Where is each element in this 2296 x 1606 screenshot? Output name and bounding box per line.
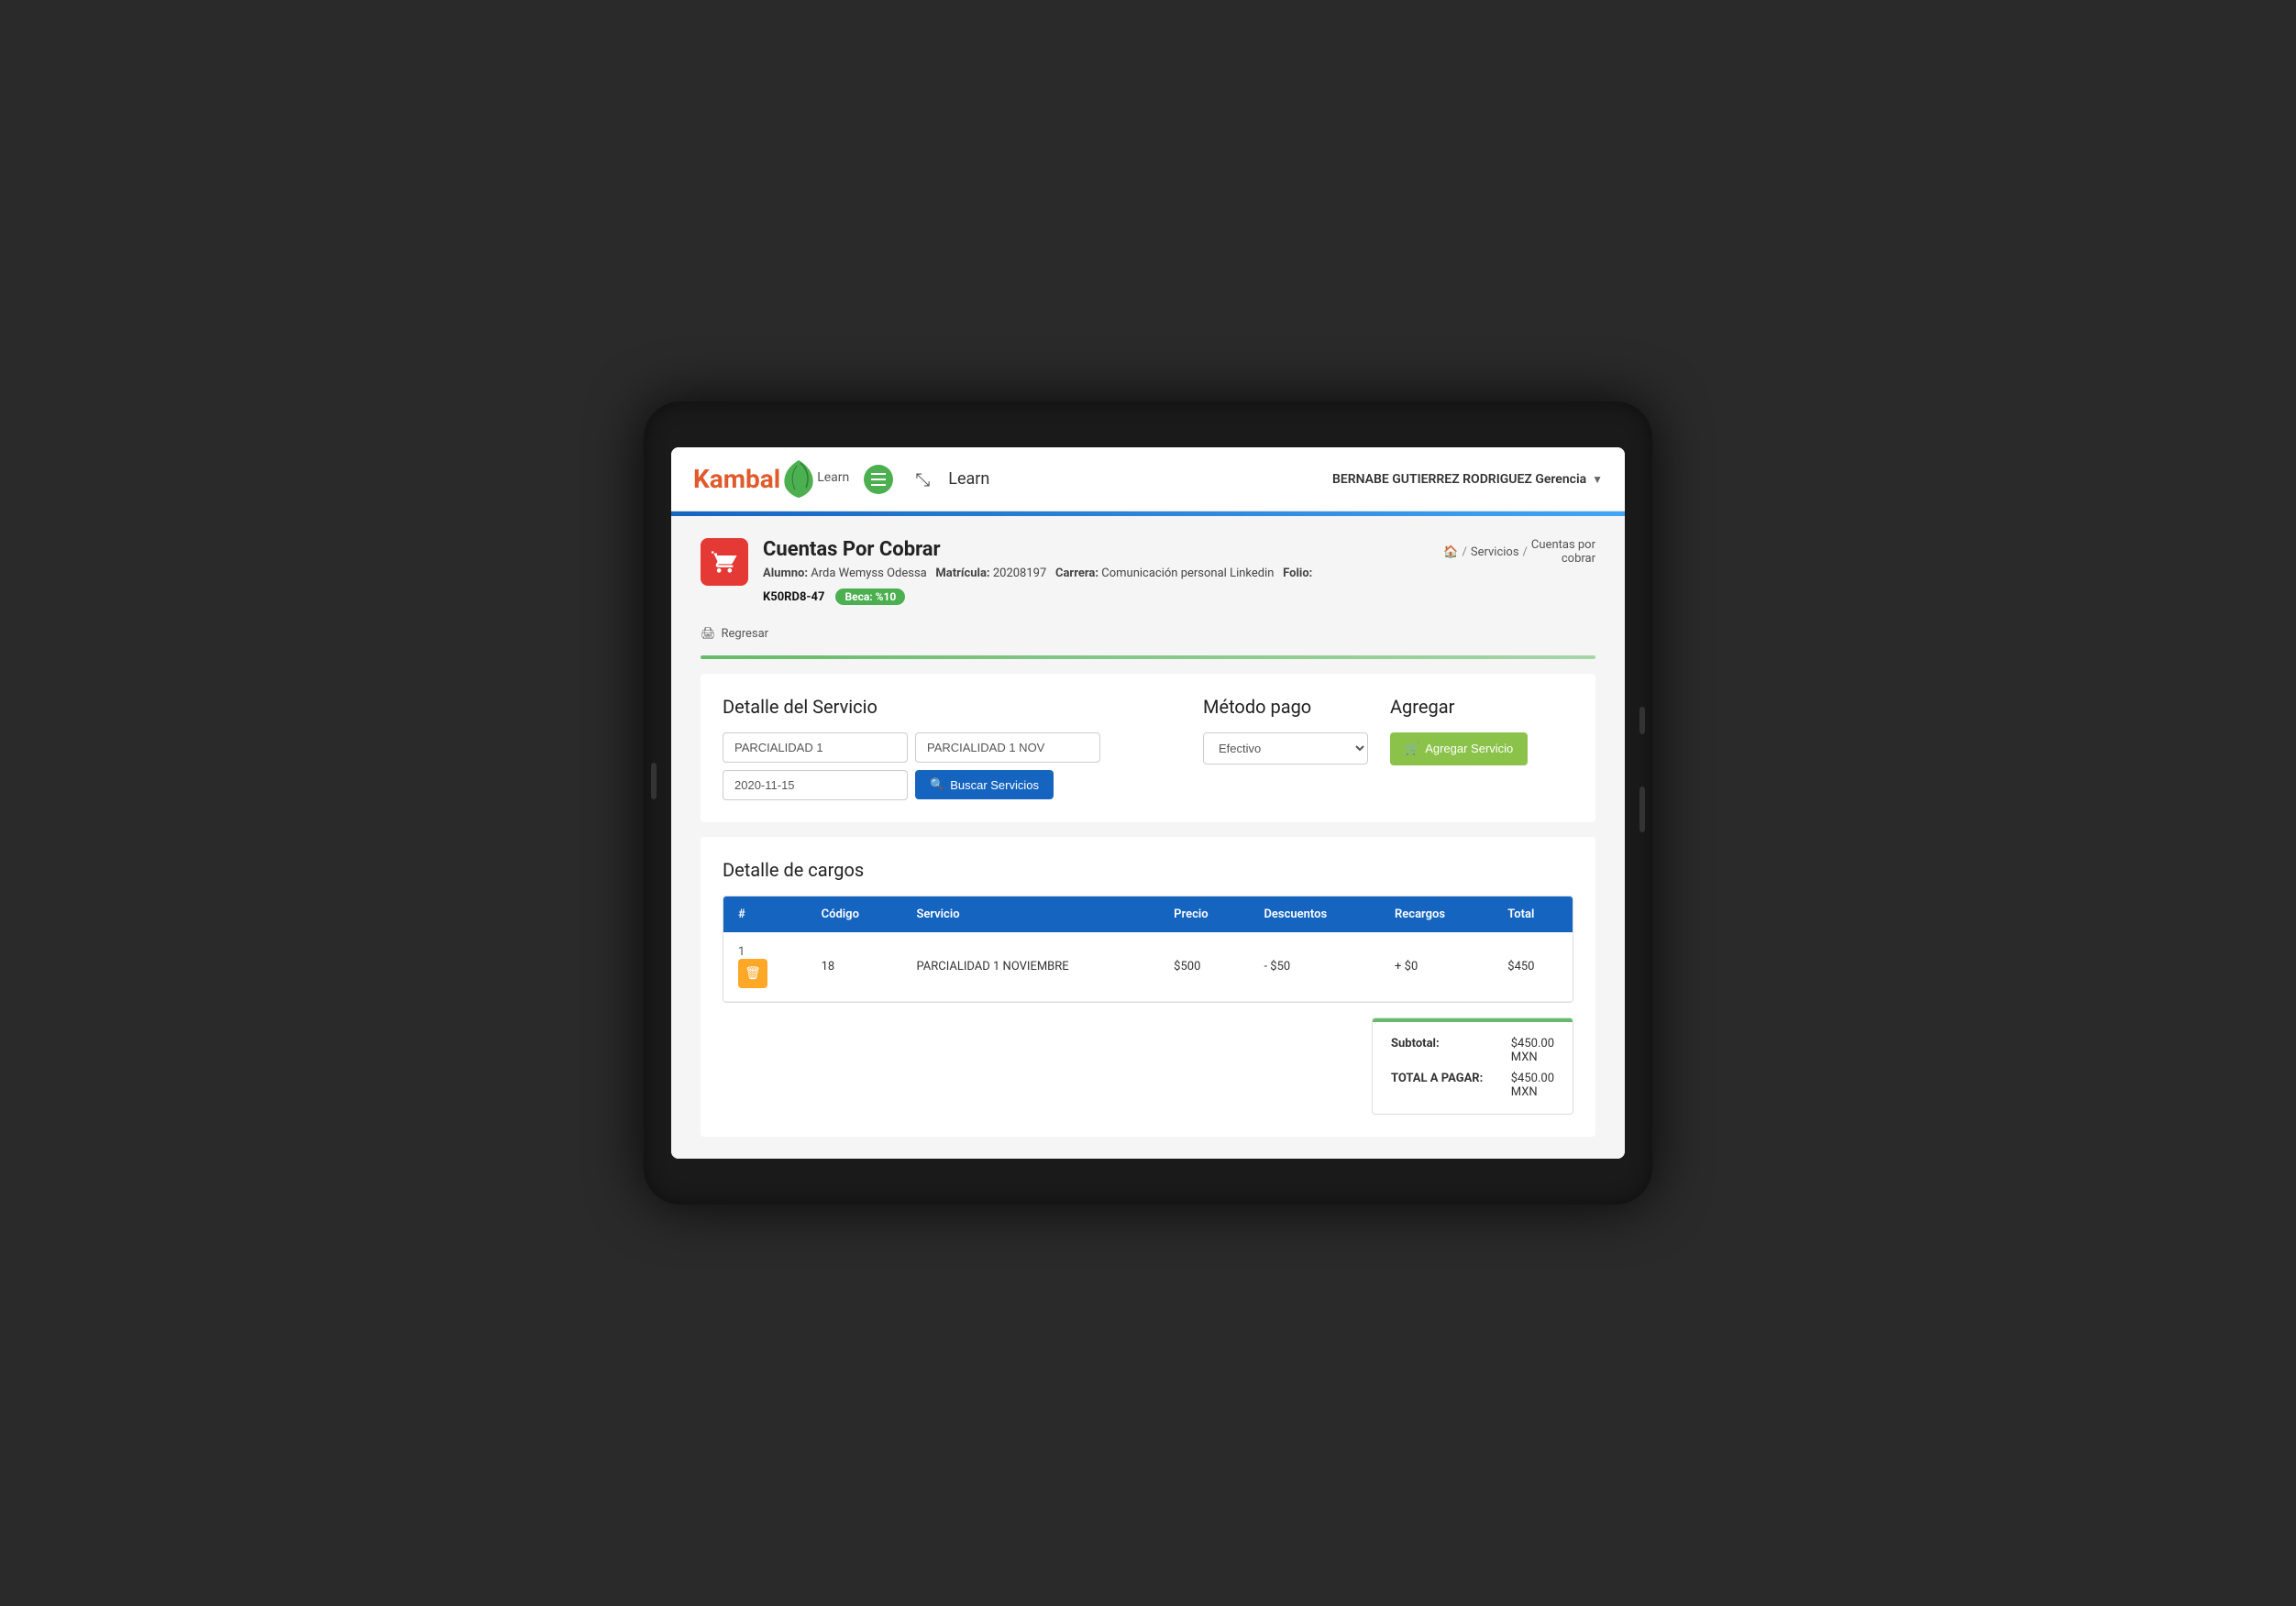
cargos-title: Detalle de cargos	[723, 859, 1573, 881]
cart-add-icon: 🛒	[1405, 742, 1419, 756]
page-title-area: Cuentas Por Cobrar Alumno: Arda Wemyss O…	[763, 538, 1312, 605]
page-subtitle: Alumno: Arda Wemyss Odessa Matrícula: 20…	[763, 565, 1312, 583]
agregar-label: Agregar	[1390, 696, 1573, 718]
table-body: 1 🗑 18 PARCIALIDAD 1 NOVIEMBRE $500 - $5…	[723, 932, 1573, 1002]
alumno-label: Alumno:	[763, 566, 808, 580]
carrera-value: Comunicación personal Linkedin	[1101, 566, 1274, 580]
page-title: Cuentas Por Cobrar	[763, 538, 1312, 561]
total-value: $450.00 MXN	[1511, 1072, 1554, 1099]
folio-row: K50RD8-47 Beca: %10	[763, 587, 1312, 605]
logo-area: Kambal Learn	[693, 458, 849, 500]
col-precio: Precio	[1159, 896, 1249, 932]
breadcrumb: 🏠 / Servicios / Cuentas porcobrar	[1443, 538, 1595, 566]
folio-value: K50RD8-47	[763, 590, 824, 604]
parcialidad-input-1[interactable]	[723, 732, 908, 763]
cell-recargos: + $0	[1380, 932, 1493, 1002]
alumno-value: Arda Wemyss Odessa	[811, 566, 926, 580]
buscar-label: Buscar Servicios	[950, 778, 1039, 792]
date-input[interactable]	[723, 770, 908, 800]
table-row: 1 🗑 18 PARCIALIDAD 1 NOVIEMBRE $500 - $5…	[723, 932, 1573, 1002]
total-label: TOTAL A PAGAR:	[1391, 1072, 1483, 1099]
cargos-table-container: # Código Servicio Precio Descuentos Reca…	[723, 896, 1573, 1003]
navbar: Kambal Learn ⤡ Learn BERNABE GUTIERREZ	[671, 447, 1625, 512]
nav-learn-label: Learn	[948, 469, 989, 489]
agregar-servicio-button[interactable]: 🛒 Agregar Servicio	[1390, 732, 1528, 765]
col-codigo: Código	[807, 896, 902, 932]
parcialidad-input-2[interactable]	[915, 732, 1100, 763]
metodo-select[interactable]: Efectivo Tarjeta Transferencia	[1203, 732, 1368, 764]
cell-num: 1 🗑	[723, 932, 807, 1002]
chevron-down-icon: ▼	[1592, 473, 1603, 486]
carrera-label: Carrera:	[1055, 566, 1098, 580]
user-menu[interactable]: BERNABE GUTIERREZ RODRIGUEZ Gerencia ▼	[1332, 472, 1603, 487]
home-icon: 🏠	[1443, 545, 1458, 559]
cell-descuentos: - $50	[1249, 932, 1380, 1002]
metodo-pago-section: Método pago Efectivo Tarjeta Transferenc…	[1203, 696, 1368, 764]
back-link[interactable]: 🖨 Regresar	[701, 627, 1595, 641]
breadcrumb-servicios: Servicios	[1471, 545, 1519, 559]
back-icon: 🖨	[701, 627, 716, 641]
green-separator	[701, 655, 1595, 659]
expand-icon[interactable]: ⤡	[915, 468, 930, 490]
buscar-servicios-button[interactable]: 🔍 Buscar Servicios	[915, 770, 1054, 799]
summary-box: Subtotal: $450.00 MXN TOTAL A PAGAR: $45…	[1372, 1018, 1573, 1115]
cell-codigo: 18	[807, 932, 902, 1002]
back-label: Regresar	[722, 627, 769, 641]
delete-row-button[interactable]: 🗑	[738, 959, 767, 988]
service-detail-left: Detalle del Servicio 🔍 Buscar Servicios	[723, 696, 1181, 800]
agregar-section: Agregar 🛒 Agregar Servicio	[1390, 696, 1573, 765]
table-header: # Código Servicio Precio Descuentos Reca…	[723, 896, 1573, 932]
matricula-value: 20208197	[993, 566, 1046, 580]
logo-text-learn: Learn	[817, 470, 849, 485]
col-servicio: Servicio	[901, 896, 1159, 932]
folio-label: Folio:	[1283, 566, 1312, 580]
hamburger-button[interactable]	[864, 465, 893, 494]
cargos-table: # Código Servicio Precio Descuentos Reca…	[723, 896, 1573, 1002]
cell-precio: $500	[1159, 932, 1249, 1002]
user-name: BERNABE GUTIERREZ RODRIGUEZ Gerencia	[1332, 472, 1586, 487]
cell-total: $450	[1493, 932, 1573, 1002]
content-area: Cuentas Por Cobrar Alumno: Arda Wemyss O…	[671, 516, 1625, 1159]
beca-badge: Beca: %10	[835, 588, 905, 605]
col-recargos: Recargos	[1380, 896, 1493, 932]
summary-area: Subtotal: $450.00 MXN TOTAL A PAGAR: $45…	[723, 1018, 1573, 1115]
logo-text-kambal: Kambal	[693, 464, 780, 494]
service-section-title: Detalle del Servicio	[723, 696, 1181, 718]
col-num: #	[723, 896, 807, 932]
col-descuentos: Descuentos	[1249, 896, 1380, 932]
matricula-label: Matrícula:	[935, 566, 989, 580]
cell-servicio: PARCIALIDAD 1 NOVIEMBRE	[901, 932, 1159, 1002]
subtotal-row: Subtotal: $450.00 MXN	[1391, 1037, 1554, 1064]
subtotal-value: $450.00 MXN	[1511, 1037, 1554, 1064]
search-icon: 🔍	[930, 777, 944, 792]
service-section: Detalle del Servicio 🔍 Buscar Servicios	[701, 674, 1595, 822]
service-inputs: 🔍 Buscar Servicios	[723, 732, 1181, 800]
page-icon	[701, 538, 748, 586]
col-total: Total	[1493, 896, 1573, 932]
logo-leaf-icon	[780, 458, 817, 500]
breadcrumb-cuentas: Cuentas porcobrar	[1531, 538, 1595, 566]
cart-icon	[712, 549, 737, 575]
subtotal-label: Subtotal:	[1391, 1037, 1440, 1064]
page-header: Cuentas Por Cobrar Alumno: Arda Wemyss O…	[701, 538, 1312, 605]
metodo-label: Método pago	[1203, 696, 1368, 718]
agregar-btn-label: Agregar Servicio	[1425, 742, 1513, 755]
summary-content: Subtotal: $450.00 MXN TOTAL A PAGAR: $45…	[1373, 1022, 1573, 1114]
cargos-section: Detalle de cargos # Código Servicio Prec…	[701, 837, 1595, 1137]
total-row: TOTAL A PAGAR: $450.00 MXN	[1391, 1072, 1554, 1099]
